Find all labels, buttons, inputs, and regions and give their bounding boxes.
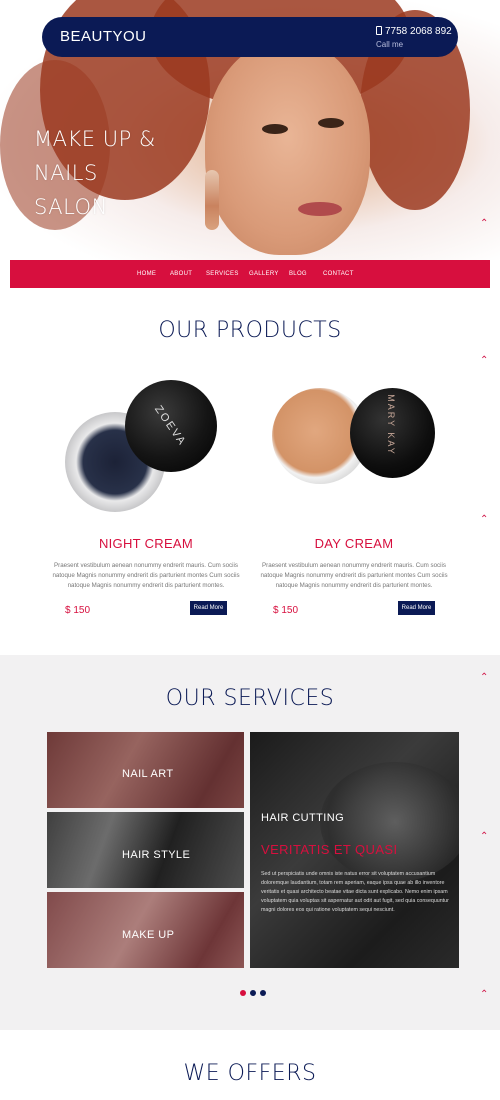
- scroll-up-chevron-icon[interactable]: ⌃: [480, 832, 492, 842]
- scroll-up-chevron-icon[interactable]: ⌃: [480, 356, 492, 366]
- night-cream-image: ZOEVA: [62, 375, 222, 520]
- call-me-link[interactable]: Call me: [376, 40, 403, 49]
- phone-number: 7758 2068 892: [385, 26, 452, 37]
- scroll-up-chevron-icon[interactable]: ⌃: [480, 673, 492, 683]
- services-title: OUR SERVICES: [165, 686, 335, 711]
- hero-title-line1: MAKE UP & NAILS: [34, 127, 156, 185]
- feature-heading: HAIR CUTTING: [261, 812, 345, 824]
- product-price: $ 150: [65, 605, 91, 616]
- carousel-dot-1[interactable]: [240, 990, 246, 996]
- product-price: $ 150: [273, 605, 299, 616]
- product-name[interactable]: DAY CREAM: [254, 536, 454, 551]
- product-description: Praesent vestibulum aenean nonummy endre…: [52, 562, 240, 589]
- nav-blog[interactable]: BLOG: [289, 271, 307, 277]
- offers-title: WE OFFERS: [183, 1061, 317, 1086]
- nav-gallery[interactable]: GALLERY: [249, 271, 279, 277]
- main-nav: HOME ABOUT SERVICES GALLERY BLOG CONTACT: [10, 260, 490, 288]
- day-cream-image: MARY KAY: [272, 386, 437, 496]
- nav-home[interactable]: HOME: [137, 271, 156, 277]
- header-phone[interactable]: 7758 2068 892: [376, 26, 452, 37]
- nav-services[interactable]: SERVICES: [206, 271, 239, 277]
- day-cream-brand: MARY KAY: [385, 394, 396, 456]
- nav-contact[interactable]: CONTACT: [323, 271, 354, 277]
- hero-model-eye-right: [318, 118, 344, 128]
- hero-title: MAKE UP & NAILS SALON: [34, 122, 214, 224]
- feature-subheading: VERITATIS ET QUASI: [261, 842, 398, 857]
- read-more-button[interactable]: Read More: [190, 601, 227, 615]
- nav-about[interactable]: ABOUT: [170, 271, 192, 277]
- carousel-dot-2[interactable]: [250, 990, 256, 996]
- read-more-button[interactable]: Read More: [398, 601, 435, 615]
- service-label[interactable]: NAIL ART: [122, 768, 174, 780]
- scroll-up-chevron-icon[interactable]: ⌃: [480, 219, 492, 229]
- service-label[interactable]: HAIR STYLE: [122, 849, 190, 861]
- products-title: OUR PRODUCTS: [158, 318, 342, 343]
- feature-text: Sed ut perspiciatis unde omnis iste natu…: [261, 871, 449, 913]
- service-label[interactable]: MAKE UP: [122, 929, 174, 941]
- scroll-up-chevron-icon[interactable]: ⌃: [480, 990, 492, 1000]
- carousel-dot-3[interactable]: [260, 990, 266, 996]
- product-name[interactable]: NIGHT CREAM: [46, 536, 246, 551]
- hero-model-face: [205, 40, 370, 255]
- hero-title-line2: SALON: [34, 195, 108, 219]
- scroll-up-chevron-icon[interactable]: ⌃: [480, 515, 492, 525]
- site-logo[interactable]: BEAUTYOU: [60, 28, 147, 45]
- hero-model-eye-left: [262, 124, 288, 134]
- product-description: Praesent vestibulum aenean nonummy endre…: [260, 562, 448, 589]
- phone-icon: [376, 26, 382, 35]
- hero-model-lips: [298, 202, 342, 216]
